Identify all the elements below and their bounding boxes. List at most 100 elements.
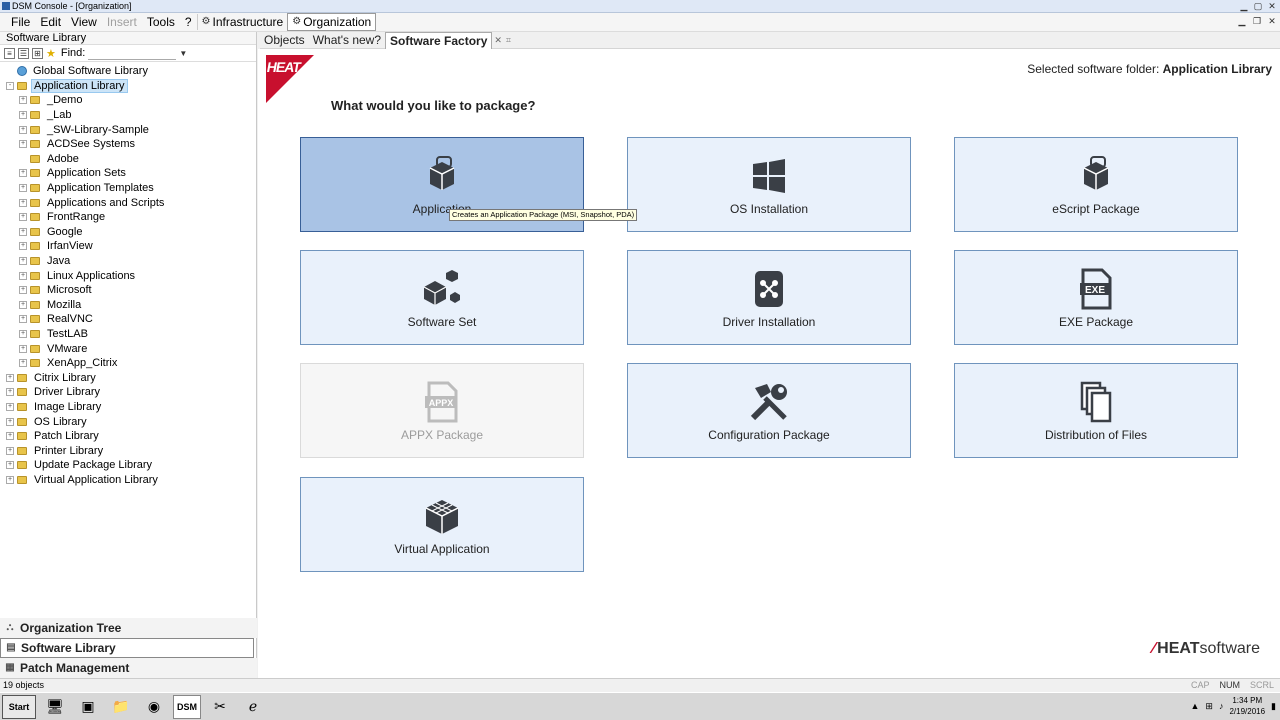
nav-organization-tree[interactable]: ⛬ Organization Tree [0, 618, 257, 638]
favorites-icon[interactable]: ★ [46, 47, 56, 60]
tree-item[interactable]: + Printer Library [0, 443, 256, 458]
menu-help[interactable]: ? [180, 14, 197, 31]
expand-icon[interactable]: + [6, 446, 14, 455]
tree-item[interactable]: Global Software Library [0, 64, 256, 79]
tab-objects[interactable]: Objects [260, 32, 309, 48]
package-tile[interactable]: Configuration Package [627, 363, 911, 458]
expand-icon[interactable]: + [19, 271, 27, 280]
collapse-icon[interactable]: - [6, 81, 14, 90]
package-tile[interactable]: eScript Package [954, 137, 1238, 232]
tree-item[interactable]: + Application Templates [0, 181, 256, 196]
tab-organization[interactable]: ⚙ Organization [287, 13, 377, 31]
expand-icon[interactable]: + [6, 388, 14, 397]
expand-icon[interactable]: + [19, 198, 27, 207]
nav-patch-management[interactable]: ▦ Patch Management [0, 658, 257, 678]
taskbar-snipping[interactable]: ✂ [206, 695, 234, 719]
tree-item[interactable]: - Application Library [0, 78, 256, 94]
tree-item[interactable]: + FrontRange [0, 210, 256, 225]
taskbar-chrome[interactable]: ◉ [140, 695, 168, 719]
taskbar-ie[interactable]: ℯ [239, 695, 267, 719]
find-dropdown-icon[interactable]: ▼ [179, 49, 187, 58]
expand-icon[interactable]: + [19, 315, 27, 324]
taskbar-cmd[interactable]: ▣ [74, 695, 102, 719]
mdi-minimize-button[interactable]: ▁ [1236, 15, 1248, 27]
expand-icon[interactable]: + [19, 344, 27, 353]
expand-icon[interactable]: + [19, 125, 27, 134]
network-icon[interactable]: ⊞ [1205, 701, 1213, 712]
tree-item[interactable]: + ACDSee Systems [0, 137, 256, 152]
menu-edit[interactable]: Edit [35, 14, 66, 31]
tree-item[interactable]: + VMware [0, 341, 256, 356]
tree-item[interactable]: + Image Library [0, 400, 256, 415]
nav-software-library[interactable]: ▤ Software Library [0, 638, 254, 658]
expand-icon[interactable]: + [19, 242, 27, 251]
taskbar-explorer[interactable]: 📁 [107, 695, 135, 719]
menu-tools[interactable]: Tools [142, 14, 180, 31]
package-tile[interactable]: Virtual Application [300, 477, 584, 572]
tree-item[interactable]: + Linux Applications [0, 268, 256, 283]
tree-item[interactable]: + RealVNC [0, 312, 256, 327]
tree-item[interactable]: + Google [0, 225, 256, 240]
tree-item[interactable]: + OS Library [0, 414, 256, 429]
menu-file[interactable]: File [6, 14, 35, 31]
close-tab-icon[interactable]: ✕ [494, 35, 502, 46]
taskbar-dsm[interactable]: DSM [173, 694, 201, 719]
close-button[interactable]: ✕ [1266, 0, 1278, 12]
expand-icon[interactable]: + [19, 300, 27, 309]
tree-item[interactable]: + _SW-Library-Sample [0, 122, 256, 137]
expand-icon[interactable]: + [19, 257, 27, 266]
tree-item[interactable]: + Java [0, 254, 256, 269]
expand-icon[interactable]: + [6, 402, 14, 411]
tree-item[interactable]: + Microsoft [0, 283, 256, 298]
taskbar-server-manager[interactable]: 🖥 [41, 695, 69, 719]
tree-item[interactable]: + Applications and Scripts [0, 195, 256, 210]
find-input[interactable] [88, 46, 177, 60]
expand-icon[interactable]: + [19, 227, 27, 236]
tree-item[interactable]: + Citrix Library [0, 370, 256, 385]
tab-software-factory[interactable]: Software Factory [385, 31, 493, 49]
tab-whats-new[interactable]: What's new? [309, 32, 385, 48]
expand-icon[interactable]: + [19, 140, 27, 149]
expand-icon[interactable]: + [19, 286, 27, 295]
maximize-button[interactable]: ▢ [1252, 0, 1264, 12]
tree-item[interactable]: + Application Sets [0, 166, 256, 181]
volume-icon[interactable]: ♪ [1219, 701, 1224, 711]
menu-view[interactable]: View [66, 14, 102, 31]
tree-item[interactable]: + Patch Library [0, 429, 256, 444]
package-tile[interactable]: EXE EXE Package [954, 250, 1238, 345]
tree-item[interactable]: + Update Package Library [0, 458, 256, 473]
expand-icon[interactable]: + [6, 475, 14, 484]
package-tile[interactable]: OS Installation [627, 137, 911, 232]
mdi-restore-button[interactable]: ❐ [1251, 15, 1263, 27]
mdi-close-button[interactable]: ✕ [1266, 15, 1278, 27]
tree-item[interactable]: + Mozilla [0, 298, 256, 313]
expand-icon[interactable]: + [19, 359, 27, 368]
tree-item[interactable]: + TestLAB [0, 327, 256, 342]
pin-tab-icon[interactable]: ⌗ [506, 35, 511, 46]
package-tile[interactable]: Distribution of Files [954, 363, 1238, 458]
tree-item[interactable]: + _Demo [0, 93, 256, 108]
tree-item[interactable]: Adobe [0, 152, 256, 167]
expand-icon[interactable]: + [6, 417, 14, 426]
tree-item[interactable]: + Driver Library [0, 385, 256, 400]
tree-item[interactable]: + IrfanView [0, 239, 256, 254]
minimize-button[interactable]: ▁ [1238, 0, 1250, 12]
expand-icon[interactable]: + [19, 184, 27, 193]
list-view-icon[interactable]: ☰ [18, 47, 29, 59]
start-button[interactable]: Start [2, 694, 36, 719]
expand-icon[interactable]: + [19, 213, 27, 222]
expand-icon[interactable]: + [19, 111, 27, 120]
expand-icon[interactable]: + [6, 461, 14, 470]
tab-infrastructure[interactable]: ⚙ Infrastructure [196, 14, 288, 30]
expand-icon[interactable]: + [6, 432, 14, 441]
tree-item[interactable]: + XenApp_Citrix [0, 356, 256, 371]
tree-item[interactable]: + _Lab [0, 108, 256, 123]
clock[interactable]: 1:34 PM 2/19/2016 [1229, 695, 1265, 717]
tray-arrow-icon[interactable]: ▲ [1190, 701, 1199, 711]
hierarchy-icon[interactable]: ⊞ [32, 47, 43, 59]
expand-icon[interactable]: + [6, 373, 14, 382]
tree-item[interactable]: + Virtual Application Library [0, 473, 256, 488]
tree-view-icon[interactable]: ≡ [4, 47, 15, 59]
show-desktop-icon[interactable]: ▮ [1271, 701, 1276, 712]
package-tile[interactable]: Driver Installation [627, 250, 911, 345]
